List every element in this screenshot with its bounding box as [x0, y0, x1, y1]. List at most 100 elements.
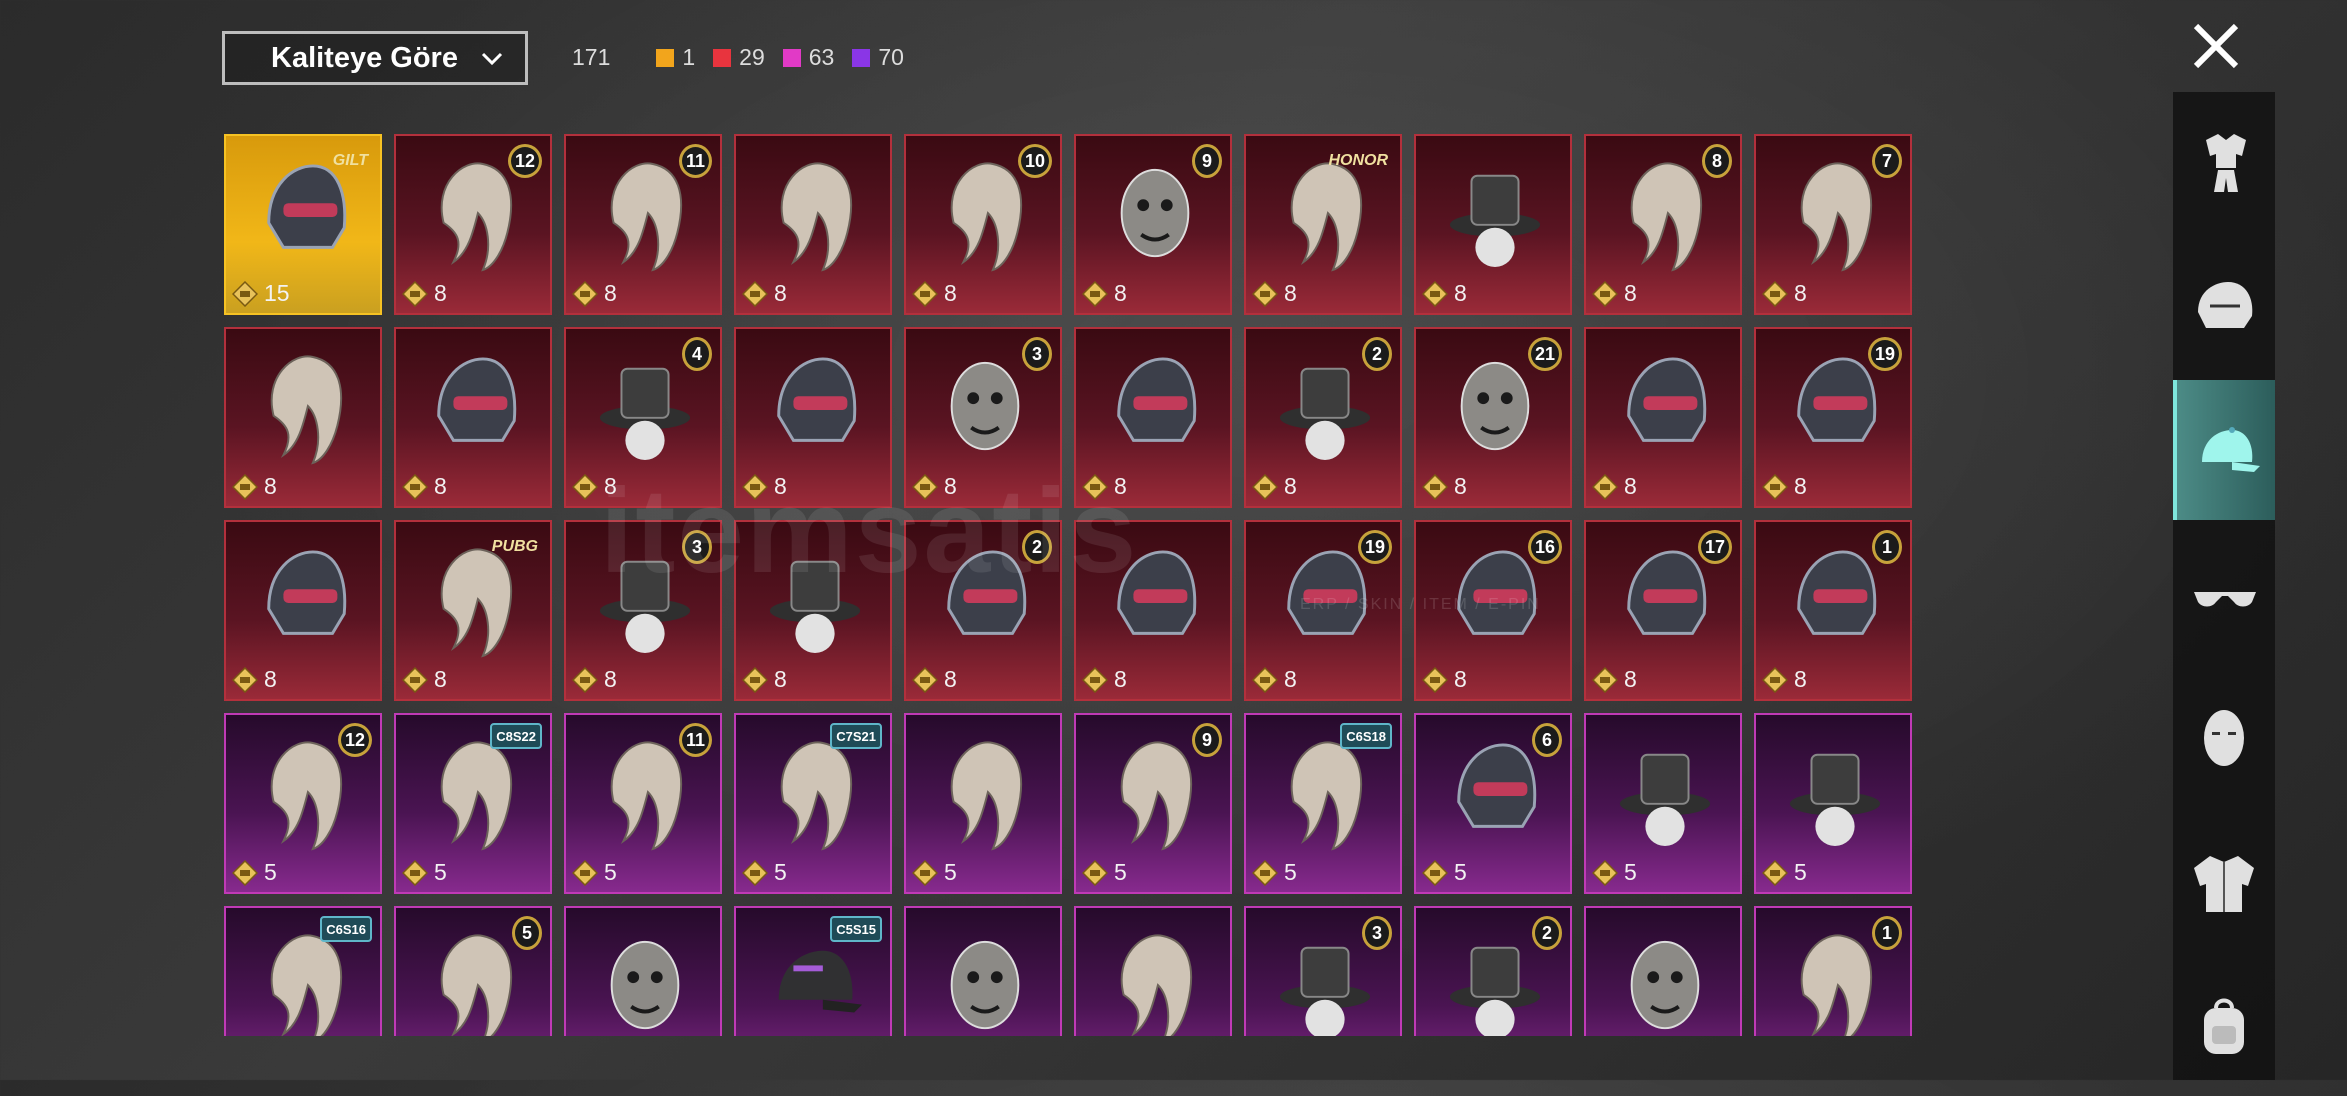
inventory-item[interactable]: 48 — [564, 327, 722, 508]
inventory-item[interactable]: 8 — [224, 327, 382, 508]
item-badge: 12 — [337, 723, 372, 757]
item-cost: 5 — [1422, 859, 1467, 886]
inventory-item[interactable]: 8 — [734, 327, 892, 508]
sidebar-category-backpack[interactable] — [2173, 956, 2275, 1096]
inventory-item[interactable]: 11 8 — [564, 134, 722, 315]
item-cost: 8 — [1762, 666, 1807, 693]
inventory-item[interactable]: 95 — [1074, 713, 1232, 894]
inventory-item[interactable]: 38 — [564, 520, 722, 701]
inventory-item[interactable]: 8 — [224, 520, 382, 701]
inventory-item[interactable]: 5 — [1584, 713, 1742, 894]
inventory-item[interactable]: C7S21 5 — [734, 713, 892, 894]
item-cost: 5 — [232, 859, 277, 886]
sidebar-category-outfit[interactable] — [2173, 92, 2275, 232]
inventory-item[interactable]: 19 8 — [1244, 520, 1402, 701]
item-cost: 8 — [232, 666, 277, 693]
inventory-item[interactable]: 5 — [904, 713, 1062, 894]
inventory-item[interactable]: 5 — [394, 906, 552, 1036]
hair-icon — [440, 162, 513, 272]
coin-icon — [742, 666, 768, 693]
inventory-item[interactable]: 17 8 — [1584, 520, 1742, 701]
inventory-item[interactable]: 28 — [1244, 327, 1402, 508]
coin-icon — [402, 280, 428, 307]
sunglasses-icon — [2194, 592, 2256, 607]
coin-icon — [912, 859, 938, 886]
sidebar-category-jacket[interactable] — [2173, 812, 2275, 952]
inventory-item[interactable]: GILT 15 — [224, 134, 382, 315]
jacket-icon — [2194, 856, 2254, 912]
item-cost-value: 8 — [264, 473, 277, 499]
inventory-item[interactable]: HONOR 8 — [1244, 134, 1402, 315]
item-cost-value: 8 — [1454, 666, 1467, 692]
item-badge: 4 — [682, 337, 712, 371]
inventory-item[interactable]: 65 — [1414, 713, 1572, 894]
coin-icon — [1592, 280, 1618, 307]
item-badge: 5 — [512, 916, 542, 950]
sidebar-category-face[interactable] — [2173, 668, 2275, 808]
inventory-item[interactable]: 8 — [1074, 520, 1232, 701]
item-badge: 3 — [1362, 916, 1392, 950]
inventory-item[interactable]: 10 8 — [904, 134, 1062, 315]
inventory-item[interactable]: 5 — [1754, 713, 1912, 894]
hair-icon — [270, 934, 343, 1036]
inventory-item[interactable]: PUBG 8 — [394, 520, 552, 701]
sidebar-category-cap[interactable] — [2173, 380, 2275, 520]
inventory-item[interactable]: 8 — [1414, 134, 1572, 315]
inventory-item[interactable]: 8 — [734, 134, 892, 315]
inventory-item[interactable]: 38 — [904, 327, 1062, 508]
item-badge: 7 — [1872, 144, 1902, 178]
item-badge: 8 — [1702, 144, 1732, 178]
coin-icon — [912, 666, 938, 693]
inventory-item[interactable]: C5S15 — [734, 906, 892, 1036]
inventory-item[interactable]: 3 — [1244, 906, 1402, 1036]
item-cost-value: 15 — [264, 280, 290, 306]
coin-icon — [232, 859, 258, 886]
item-cost-value: 5 — [1454, 859, 1467, 885]
hat-icon — [1279, 946, 1371, 1036]
inventory-item[interactable]: 88 — [1584, 134, 1742, 315]
item-cost: 8 — [1252, 666, 1297, 693]
inventory-item[interactable] — [904, 906, 1062, 1036]
inventory-item[interactable]: 2 — [1414, 906, 1572, 1036]
cap-icon — [778, 950, 863, 1013]
inventory-item[interactable]: 21 8 — [1414, 327, 1572, 508]
inventory-item[interactable]: 8 — [734, 520, 892, 701]
close-icon[interactable] — [2188, 18, 2244, 74]
item-cost: 8 — [1422, 473, 1467, 500]
item-cost: 5 — [742, 859, 787, 886]
item-cost-value: 8 — [1624, 280, 1637, 306]
inventory-item[interactable]: 12 8 — [394, 134, 552, 315]
inventory-item[interactable]: 8 — [394, 327, 552, 508]
item-badge: C7S21 — [830, 723, 882, 749]
item-badge: 21 — [1527, 337, 1562, 371]
inventory-item[interactable]: 12 5 — [224, 713, 382, 894]
inventory-item[interactable] — [1074, 906, 1232, 1036]
mask-icon — [950, 361, 1020, 451]
item-cost: 8 — [1762, 280, 1807, 307]
coin-icon — [402, 473, 428, 500]
mask-icon — [1460, 361, 1530, 451]
sidebar-category-sunglasses[interactable] — [2173, 524, 2275, 664]
inventory-item[interactable]: 19 8 — [1754, 327, 1912, 508]
coin-icon — [1592, 859, 1618, 886]
inventory-item[interactable] — [1584, 906, 1742, 1036]
inventory-item[interactable]: 16 8 — [1414, 520, 1572, 701]
inventory-item[interactable]: 11 5 — [564, 713, 722, 894]
inventory-item[interactable]: C8S22 5 — [394, 713, 552, 894]
inventory-item[interactable]: 98 — [1074, 134, 1232, 315]
inventory-item[interactable]: 8 — [1584, 327, 1742, 508]
inventory-item[interactable]: 8 — [1074, 327, 1232, 508]
inventory-item[interactable]: C6S16 — [224, 906, 382, 1036]
inventory-item[interactable] — [564, 906, 722, 1036]
item-cost: 15 — [232, 280, 290, 307]
inventory-item[interactable]: 1 — [1754, 906, 1912, 1036]
hair-icon — [1800, 162, 1873, 272]
sort-dropdown-label: Kaliteye Göre — [271, 41, 458, 74]
inventory-item[interactable]: 28 — [904, 520, 1062, 701]
inventory-item[interactable]: 18 — [1754, 520, 1912, 701]
inventory-item[interactable]: C6S18 5 — [1244, 713, 1402, 894]
sort-dropdown[interactable]: Kaliteye Göre — [222, 31, 528, 85]
item-badge: 10 — [1017, 144, 1052, 178]
sidebar-category-helmet[interactable] — [2173, 236, 2275, 376]
inventory-item[interactable]: 78 — [1754, 134, 1912, 315]
